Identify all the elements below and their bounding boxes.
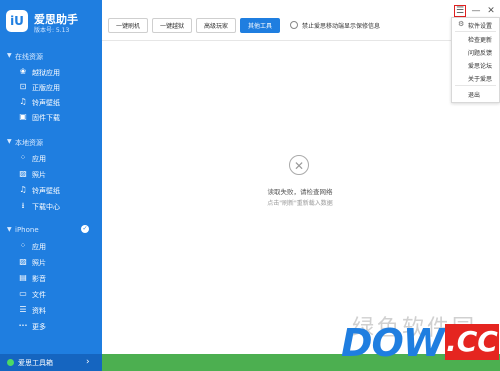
sidebar-item-label: 铃声壁纸 [32,99,60,107]
sidebar-item-ringtones-wallpapers[interactable]: ♫ 铃声壁纸 [0,96,102,110]
photo-icon: ▨ [19,169,27,178]
sidebar-item-iphone-more[interactable]: ••• 更多 [0,320,102,334]
toolbox-label: 爱思工具箱 [18,359,53,367]
menu-item-forum[interactable]: 爱思论坛 [452,58,499,71]
error-close-icon: ✕ [289,155,309,175]
firmware-icon: ▣ [19,112,27,121]
music-icon: ♫ [19,185,27,194]
chevron-right-icon: › [86,357,90,367]
sidebar-item-label: 越狱应用 [32,69,60,77]
folder-icon: ▭ [19,289,27,298]
menu-item-label: 退出 [468,92,481,99]
sidebar: iU 爱思助手 版本号: 5.13 ▼ 在线资源 ❀ 越狱应用 ⊡ 正版应用 ♫… [0,0,102,371]
sidebar-item-label: 应用 [32,243,46,251]
menu-item-label: 爱思论坛 [468,63,493,70]
photo-icon: ▨ [19,257,27,266]
toolbox-icon [7,359,14,366]
menu-divider [455,85,496,86]
sidebar-item-iphone-info[interactable]: ☰ 资料 [0,304,102,318]
sidebar-item-iphone-files[interactable]: ▭ 文件 [0,288,102,302]
caret-down-icon: ▼ [7,226,12,233]
sidebar-item-label: 下载中心 [32,203,60,211]
one-click-jailbreak-button[interactable]: 一键越狱 [152,18,192,33]
sidebar-item-official-apps[interactable]: ⊡ 正版应用 [0,81,102,95]
menu-item-label: 软件设置 [468,23,493,30]
menu-item-about[interactable]: 关于爱思 [452,71,499,84]
sidebar-item-label: 照片 [32,259,46,267]
more-icon: ••• [18,323,28,329]
sidebar-item-label: 影音 [32,275,46,283]
brand: iU 爱思助手 版本号: 5.13 [6,10,102,36]
section-title: iPhone [15,226,39,234]
menu-item-feedback[interactable]: 问题反馈 [452,45,499,58]
menu-item-label: 检查更新 [468,37,493,44]
section-title: 在线资源 [15,53,43,61]
main-menu-button[interactable]: ☰ [454,5,466,17]
advanced-player-button[interactable]: 高级玩家 [196,18,236,33]
apps-grid-icon: ⁘ [19,241,27,250]
app-version: 版本号: 5.13 [34,27,70,34]
connected-check-icon: ✓ [81,225,89,233]
sidebar-item-label: 资料 [32,307,46,315]
sidebar-item-download-center[interactable]: ⭳ 下载中心 [0,200,102,214]
error-hint: 点击"刷新"重新载入数据 [267,200,333,207]
sidebar-item-iphone-media[interactable]: ▤ 影音 [0,272,102,286]
apps-icon: ❀ [19,67,27,76]
gear-icon: ⚙ [458,20,465,28]
watermark-logo: DOWN .CC [341,320,499,366]
sidebar-item-label: 照片 [32,171,46,179]
hide-warranty-label: 禁止爱思移动端显示保修信息 [302,23,381,30]
section-title: 本地资源 [15,139,43,147]
sidebar-item-label: 正版应用 [32,84,60,92]
menu-item-software-settings[interactable]: ⚙ 软件设置 [452,18,499,31]
section-local-resources[interactable]: ▼ 本地资源 [0,138,102,150]
sidebar-item-label: 固件下载 [32,114,60,122]
hide-warranty-radio[interactable] [290,21,298,29]
sidebar-item-label: 文件 [32,291,46,299]
sidebar-item-iphone-apps[interactable]: ⁘ 应用 [0,240,102,254]
sidebar-item-iphone-photos[interactable]: ▨ 照片 [0,256,102,270]
one-click-flash-button[interactable]: 一键刷机 [108,18,148,33]
app-logo: iU [6,10,28,32]
menu-item-label: 关于爱思 [468,76,493,83]
sidebar-item-label: 应用 [32,155,46,163]
download-icon: ⭳ [21,201,25,210]
sidebar-item-jailbreak-apps[interactable]: ❀ 越狱应用 [0,66,102,80]
menu-item-exit[interactable]: 退出 [452,87,499,100]
sidebar-item-local-apps[interactable]: ⁘ 应用 [0,152,102,166]
caret-down-icon: ▼ [7,52,12,59]
media-icon: ▤ [19,273,27,282]
other-tools-button[interactable]: 其他工具 [240,18,280,33]
apps-grid-icon: ⁘ [19,153,27,162]
list-icon: ☰ [19,305,27,314]
error-message: 读取失败，请检查网络 [267,188,333,196]
sidebar-item-label: 更多 [32,323,46,331]
sidebar-item-local-ringtones[interactable]: ♫ 铃声壁纸 [0,184,102,198]
app-store-icon: ⊡ [19,82,27,91]
toolbar: 一键刷机 一键越狱 高级玩家 其他工具 禁止爱思移动端显示保修信息 [102,0,500,41]
menu-item-check-update[interactable]: 检查更新 [452,32,499,45]
watermark-suffix: .CC [445,324,499,360]
music-icon: ♫ [19,97,27,106]
caret-down-icon: ▼ [7,138,12,145]
main-menu-dropdown: ⚙ 软件设置 检查更新 问题反馈 爱思论坛 关于爱思 退出 [451,17,500,103]
sidebar-item-firmware-download[interactable]: ▣ 固件下载 [0,111,102,125]
section-online-resources[interactable]: ▼ 在线资源 [0,52,102,64]
menu-item-label: 问题反馈 [468,50,493,57]
toolbox-button[interactable]: 爱思工具箱 › [0,354,102,371]
sidebar-item-local-photos[interactable]: ▨ 照片 [0,168,102,182]
minimize-button[interactable]: — [470,5,482,17]
close-button[interactable]: ✕ [485,5,497,17]
section-iphone[interactable]: ▼ iPhone ✓ [0,225,102,238]
sidebar-item-label: 铃声壁纸 [32,187,60,195]
